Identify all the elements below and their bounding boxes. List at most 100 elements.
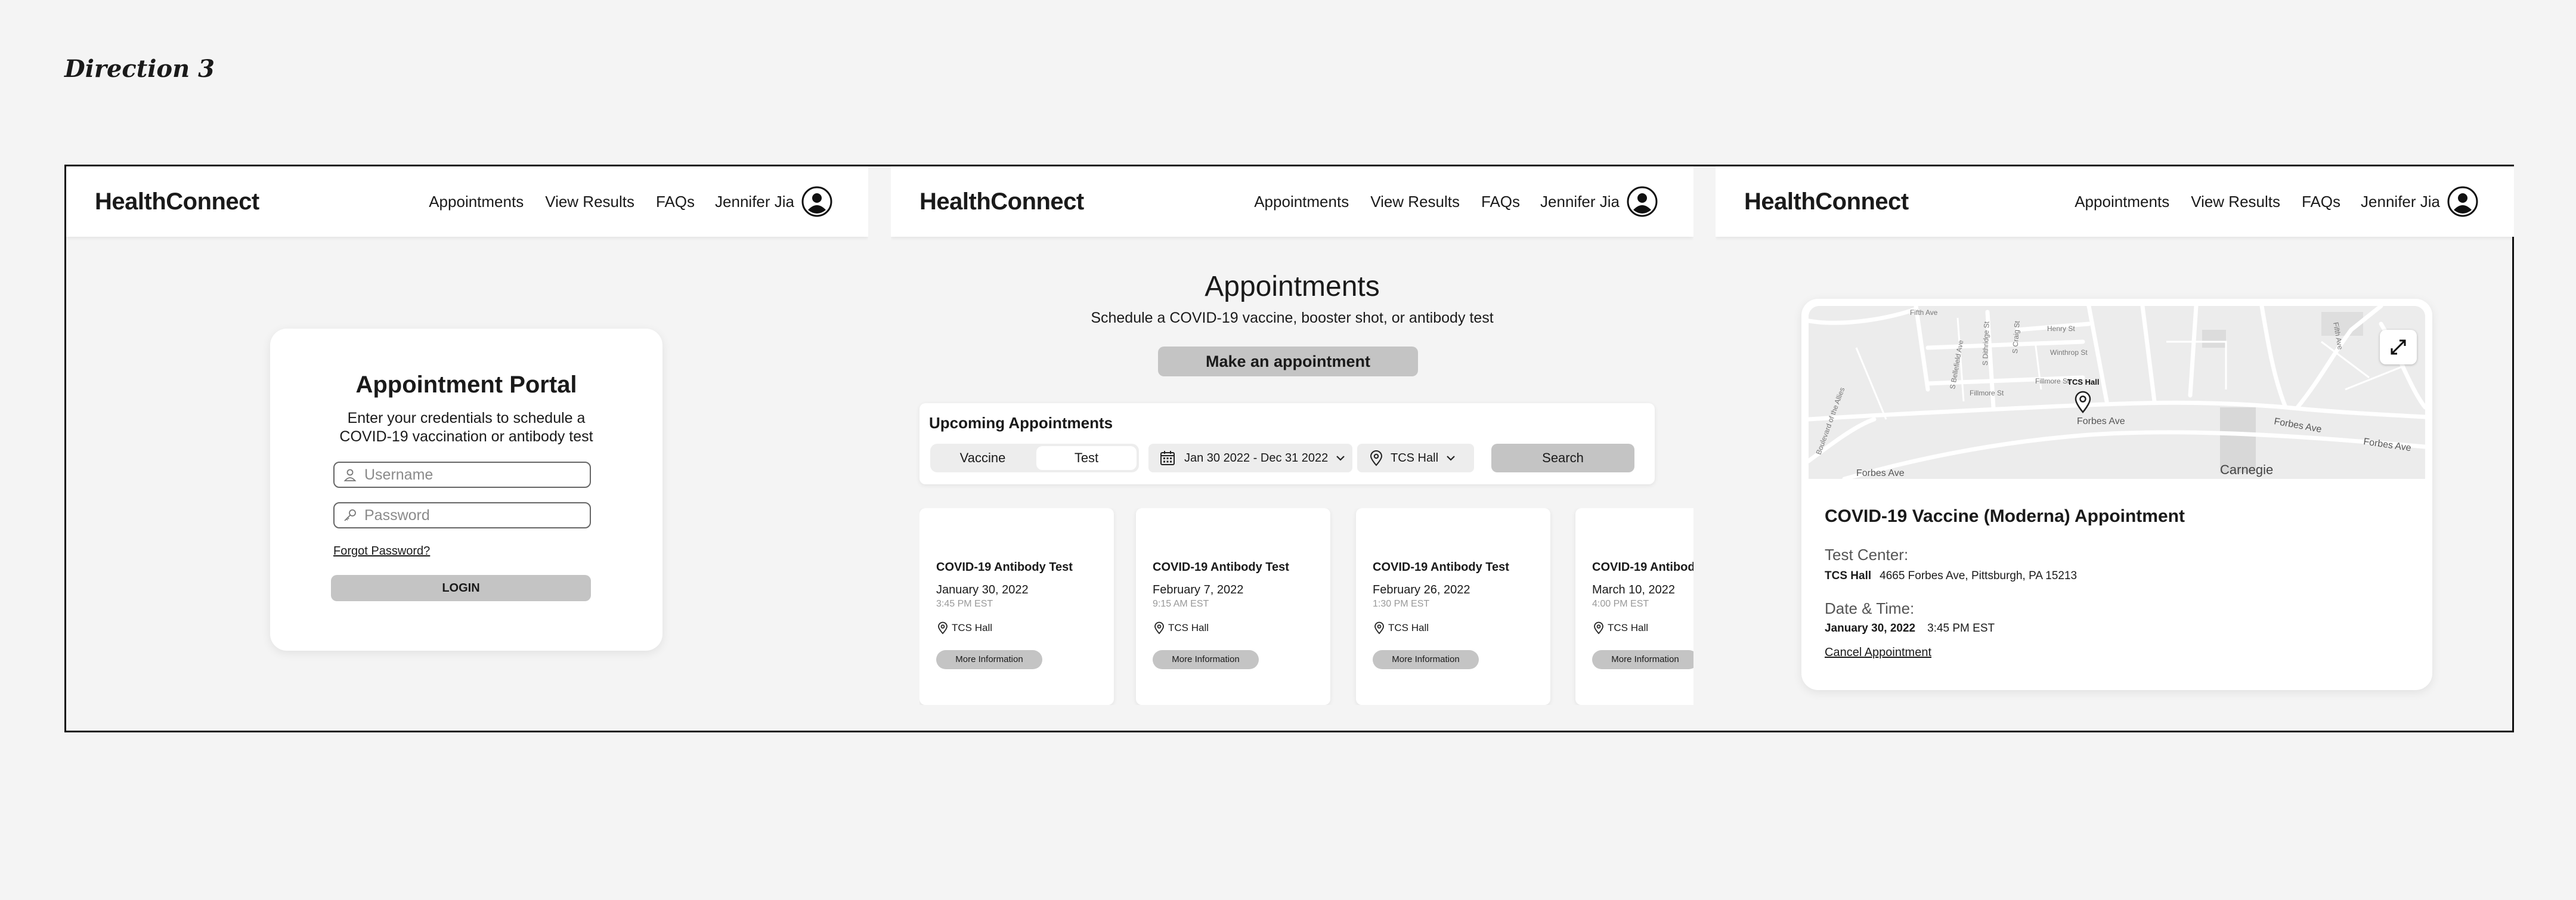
appointment-card: COVID-19 Antibody Test February 26, 2022… [1356,508,1550,705]
test-center-label: Test Center: [1825,546,1909,564]
expand-icon [2391,339,2406,355]
login-subtitle: Enter your credentials to schedule a COV… [339,410,593,445]
nav-view-results[interactable]: View Results [2191,193,2280,211]
key-icon [344,509,356,521]
svg-text:S Dithridge St: S Dithridge St [1981,321,1991,366]
card-date: February 26, 2022 [1373,583,1470,596]
card-date: February 7, 2022 [1153,583,1244,596]
nav-appointments[interactable]: Appointments [2075,193,2169,211]
svg-text:Forbes Ave: Forbes Ave [1856,468,1905,478]
make-appointment-button[interactable]: Make an appointment [1158,347,1418,376]
card-title: COVID-19 Antibody Test [1153,561,1289,574]
appointments-screen: HealthConnect Appointments View Results … [891,166,1693,731]
nav-appointments[interactable]: Appointments [1254,193,1349,211]
location-pin-icon [1370,450,1383,466]
appointment-card: COVID-19 Antibody Test February 7, 2022 … [1136,508,1330,705]
login-screen: HealthConnect Appointments View Results … [66,166,868,731]
svg-text:Fillmore St: Fillmore St [1970,389,2004,397]
direction-label: Direction 3 [64,55,215,83]
page-subtitle: Schedule a COVID-19 vaccine, booster sho… [1091,310,1494,326]
appointment-card: COVID-19 Antibody Test January 30, 2022 … [919,508,1114,705]
login-title: Appointment Portal [355,372,577,398]
user-menu[interactable]: Jennifer Jia [2361,186,2478,217]
nav-faqs[interactable]: FAQs [1481,193,1520,211]
search-button[interactable]: Search [1491,444,1634,472]
user-name: Jennifer Jia [1540,192,1620,211]
card-time: 9:15 AM EST [1153,599,1209,609]
tab-vaccine[interactable]: Vaccine [933,446,1033,470]
avatar-icon [1627,186,1658,217]
upcoming-filter-bar: Upcoming Appointments Vaccine Test Jan 3… [919,403,1655,484]
nav-faqs[interactable]: FAQs [656,193,695,211]
appointment-title: COVID-19 Vaccine (Moderna) Appointment [1825,506,2185,526]
user-name: Jennifer Jia [2361,192,2440,211]
tab-test[interactable]: Test [1036,446,1137,470]
datetime-value: January 30, 2022 3:45 PM EST [1825,622,1995,635]
appointment-cards: COVID-19 Antibody Test January 30, 2022 … [919,508,1693,705]
password-field[interactable] [333,502,591,528]
user-name: Jennifer Jia [715,192,794,211]
type-toggle: Vaccine Test [930,444,1139,472]
appointment-detail-card: Fifth Ave Fifth Ave S Bellefield Ave S D… [1801,299,2432,690]
username-input[interactable] [363,465,580,484]
more-information-button[interactable]: More Information [1373,650,1479,669]
card-date: March 10, 2022 [1592,583,1675,596]
svg-text:Fillmore St: Fillmore St [2035,377,2070,385]
datetime-label: Date & Time: [1825,599,1915,617]
appointment-detail-screen: HealthConnect Appointments View Results … [1716,166,2514,731]
more-information-button[interactable]: More Information [1153,650,1259,669]
nav-appointments[interactable]: Appointments [429,193,524,211]
forgot-password-link[interactable]: Forgot Password? [333,545,430,558]
date-range-dropdown[interactable]: Jan 30 2022 - Dec 31 2022 [1148,444,1352,472]
chevron-down-icon [1447,456,1455,461]
card-title: COVID-19 Antibody Test [936,561,1073,574]
svg-text:Henry St: Henry St [2047,324,2075,333]
nav-view-results[interactable]: View Results [1370,193,1460,211]
more-information-button[interactable]: More Information [1592,650,1693,669]
brand-logo[interactable]: HealthConnect [95,166,259,237]
card-location: TCS Hall [1592,621,1648,635]
card-location: TCS Hall [936,621,992,635]
svg-text:Winthrop St: Winthrop St [2050,348,2088,357]
nav-view-results[interactable]: View Results [545,193,634,211]
top-nav: HealthConnect Appointments View Results … [891,166,1693,237]
brand-logo[interactable]: HealthConnect [1744,166,1909,237]
card-time: 3:45 PM EST [936,599,993,609]
login-card: Appointment Portal Enter your credential… [270,329,662,651]
user-menu[interactable]: Jennifer Jia [715,186,832,217]
top-nav: HealthConnect Appointments View Results … [1716,166,2514,237]
chevron-down-icon [1336,456,1345,461]
location-pin-icon [1374,621,1384,635]
mockup-frame: HealthConnect Appointments View Results … [64,165,2514,732]
cancel-appointment-link[interactable]: Cancel Appointment [1825,646,1931,660]
svg-text:TCS Hall: TCS Hall [2067,378,2099,386]
upcoming-title: Upcoming Appointments [929,414,1113,432]
map-streets: Fifth Ave Fifth Ave S Bellefield Ave S D… [1809,306,2425,479]
card-date: January 30, 2022 [936,583,1029,596]
card-time: 1:30 PM EST [1373,599,1430,609]
username-field[interactable] [333,462,591,488]
svg-text:Fifth Ave: Fifth Ave [1910,308,1938,317]
calendar-icon [1160,451,1175,465]
location-dropdown[interactable]: TCS Hall [1357,444,1474,472]
nav-faqs[interactable]: FAQs [2302,193,2340,211]
avatar-icon [801,186,832,217]
location-pin-icon [1594,621,1603,635]
avatar-icon [2447,186,2478,217]
more-information-button[interactable]: More Information [936,650,1042,669]
svg-text:Forbes Ave: Forbes Ave [2077,416,2125,426]
location-map[interactable]: Fifth Ave Fifth Ave S Bellefield Ave S D… [1809,306,2425,479]
card-location: TCS Hall [1373,621,1429,635]
user-menu[interactable]: Jennifer Jia [1540,186,1658,217]
test-center-value: TCS Hall 4665 Forbes Ave, Pittsburgh, PA… [1825,570,2077,582]
appointment-card: COVID-19 Antibody Test March 10, 2022 4:… [1575,508,1693,705]
location-pin-icon [938,621,948,635]
brand-logo[interactable]: HealthConnect [919,166,1084,237]
expand-map-button[interactable] [2380,330,2417,364]
password-input[interactable] [363,506,580,525]
user-icon [343,469,357,481]
login-button[interactable]: LOGIN [331,575,591,601]
page-title: Appointments [1205,271,1380,302]
card-location: TCS Hall [1153,621,1209,635]
card-title: COVID-19 Antibody Test [1592,561,1693,574]
